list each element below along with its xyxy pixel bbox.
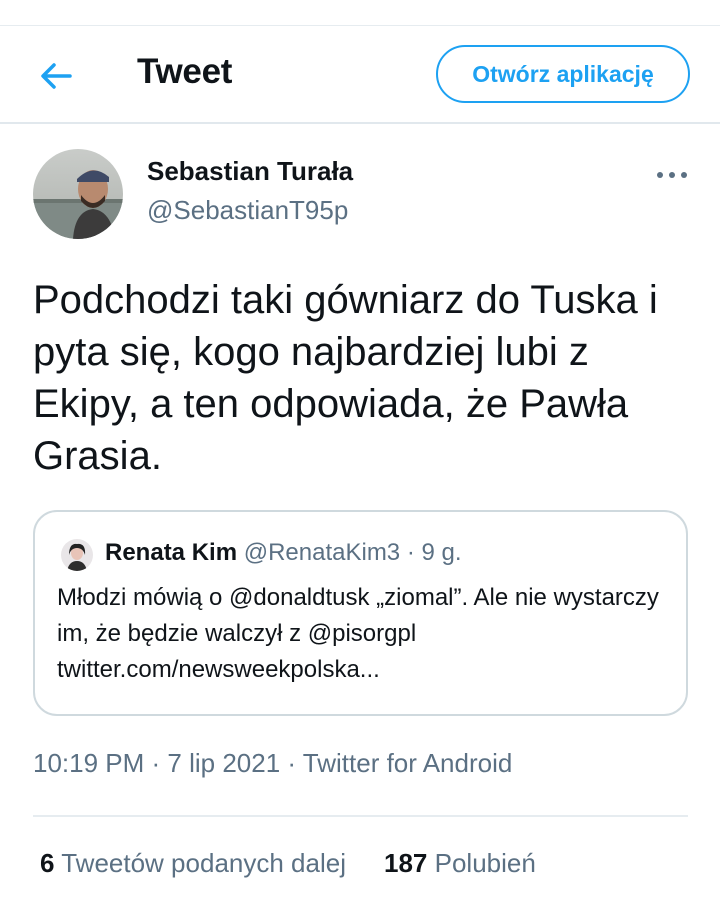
tweet-stats: 6 Tweetów podanych dalej 187 Polubień (40, 848, 536, 879)
status-bar-area (0, 0, 720, 26)
divider (33, 815, 688, 817)
retweets-label: Tweetów podanych dalej (61, 848, 346, 878)
quoted-tweet[interactable]: Renata Kim @RenataKim3 · 9 g. Młodzi mów… (33, 510, 688, 716)
quoted-author-handle: @RenataKim3 (243, 539, 401, 566)
likes-count: 187 (383, 848, 428, 878)
avatar-photo (33, 149, 123, 239)
more-options-button[interactable] (652, 160, 692, 190)
quoted-author-avatar (61, 539, 93, 571)
likes-label: Polubień (434, 848, 536, 878)
tweet-text: Podchodzi taki gówniarz do Tuska i pyta … (33, 278, 658, 478)
open-app-button[interactable]: Otwórz aplikację (436, 45, 690, 103)
more-horizontal-icon (657, 172, 687, 178)
retweets-stat[interactable]: 6 Tweetów podanych dalej (40, 848, 346, 879)
author-name[interactable]: Sebastian Turała (147, 156, 353, 187)
top-app-bar: Tweet Otwórz aplikację (0, 26, 720, 124)
author-handle[interactable]: @SebastianT95p (147, 195, 348, 226)
tweet-timestamp: 10:19 PM · 7 lip 2021 · Twitter for Andr… (33, 748, 513, 778)
quoted-meta-separator: · (400, 539, 422, 566)
quoted-avatar-photo (61, 539, 93, 571)
likes-stat[interactable]: 187 Polubień (384, 848, 536, 879)
quoted-header: Renata Kim @RenataKim3 · 9 g. (105, 539, 462, 567)
quoted-time: 9 g. (421, 539, 462, 566)
author-avatar[interactable] (33, 149, 123, 239)
quoted-text: Młodzi mówią o @donaldtusk „ziomal”. Ale… (57, 584, 659, 683)
page-title: Tweet (137, 52, 233, 91)
arrow-left-icon (41, 63, 72, 89)
retweets-count: 6 (40, 848, 55, 878)
back-button[interactable] (36, 56, 76, 96)
quoted-author-name: Renata Kim (105, 539, 238, 566)
